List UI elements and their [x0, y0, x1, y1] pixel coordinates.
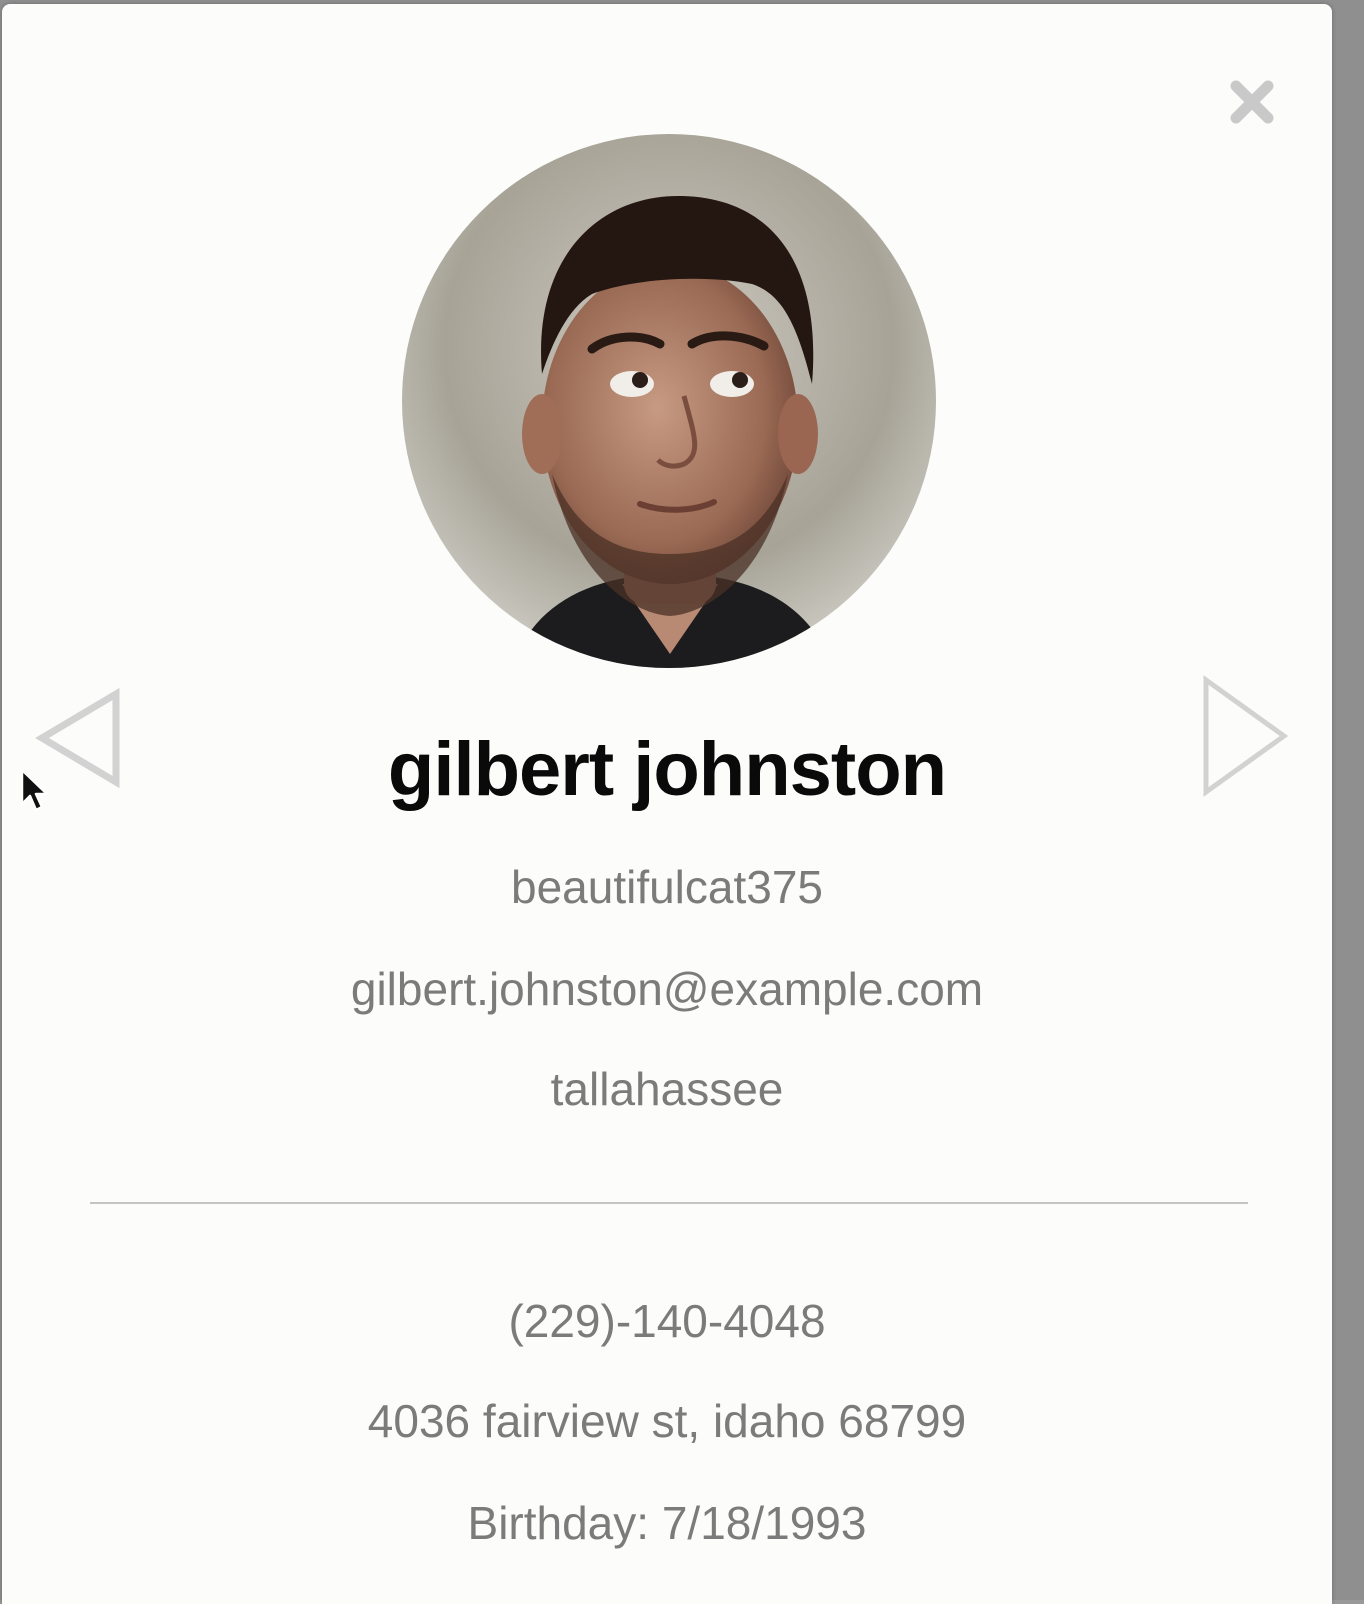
birthday: Birthday: 7/18/1993	[467, 1497, 867, 1549]
phone-number: (229)-140-4048	[508, 1295, 826, 1347]
city: tallahassee	[550, 1063, 784, 1115]
user-name: gilbert johnston	[387, 727, 947, 812]
user-profile-modal: gilbert johnston beautifulcat375 gilbert…	[2, 4, 1332, 1604]
username: beautifulcat375	[510, 861, 824, 913]
close-icon	[1230, 80, 1274, 124]
address: 4036 fairview st, idaho 68799	[367, 1395, 967, 1447]
avatar	[402, 134, 936, 668]
close-button[interactable]	[1226, 76, 1278, 128]
email: gilbert.johnston@example.com	[350, 963, 984, 1015]
profile-photo	[402, 134, 936, 668]
divider	[90, 1202, 1248, 1204]
